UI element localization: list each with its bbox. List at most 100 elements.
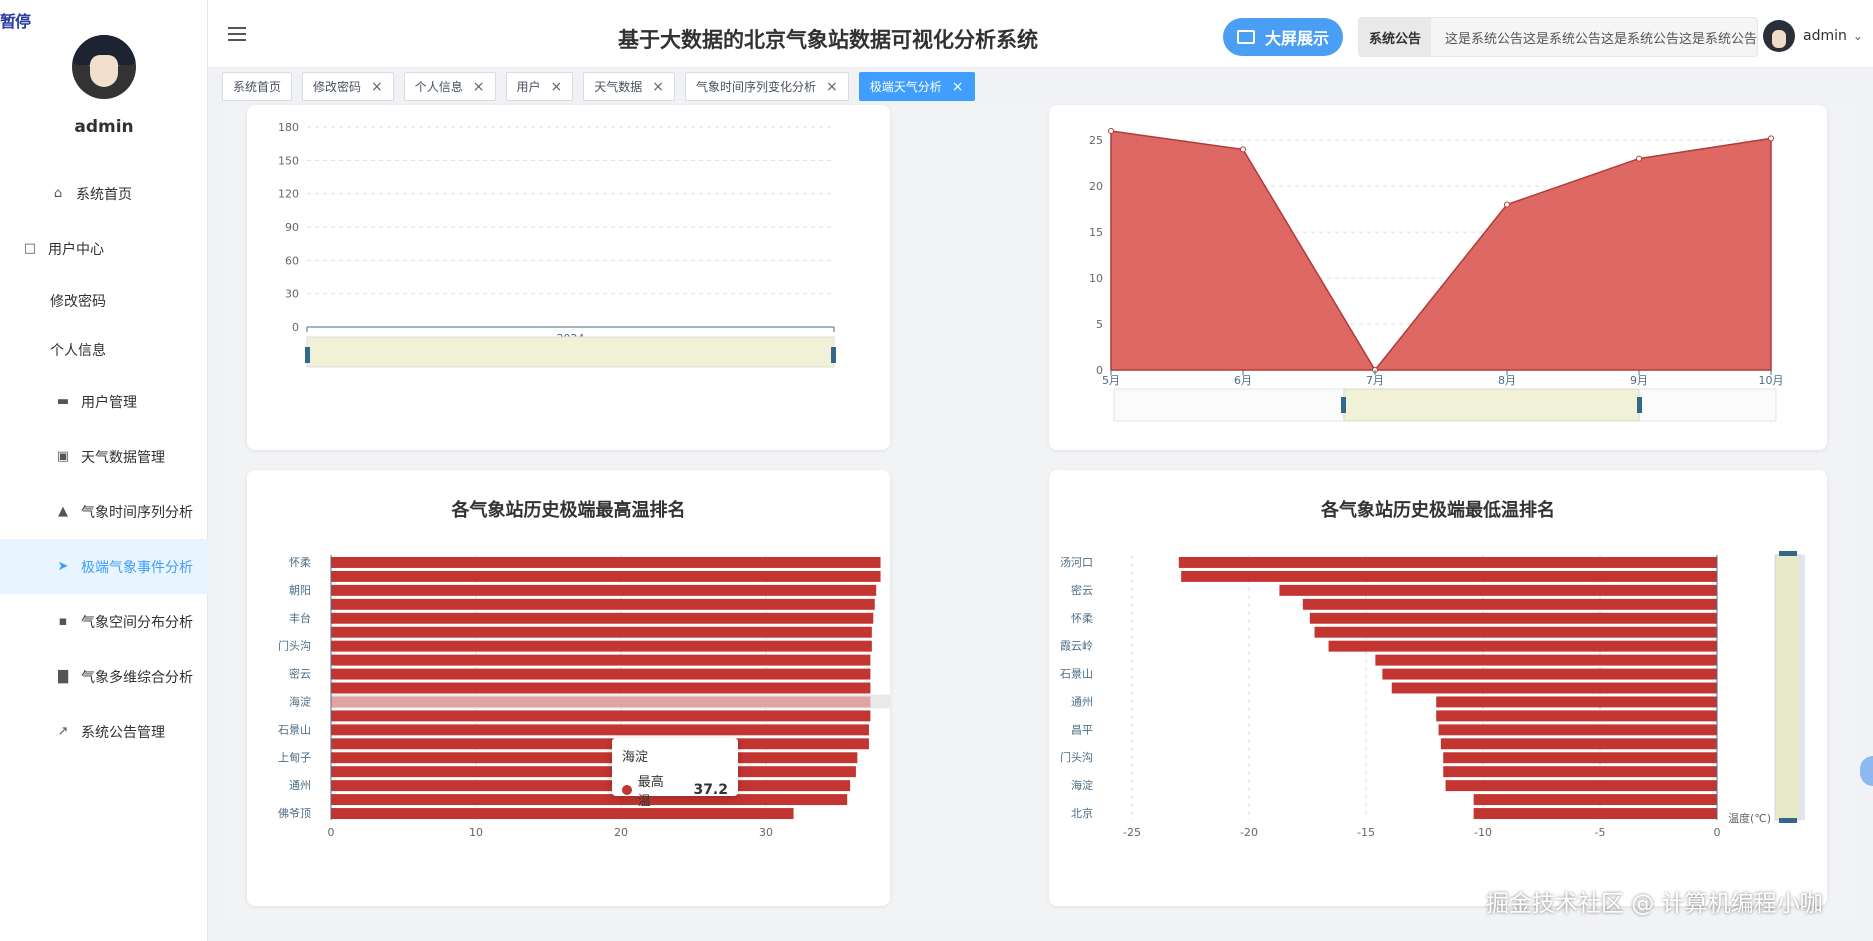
y-tick-label: 怀柔 xyxy=(1071,612,1093,625)
y-tick-label: 北京 xyxy=(1071,806,1093,820)
big-screen-button[interactable]: 大屏展示 xyxy=(1223,18,1343,56)
datazoom-handle xyxy=(831,347,836,363)
y-tick-label: 怀柔 xyxy=(289,556,311,569)
bar xyxy=(1473,808,1717,819)
sidebar: 暂停 admin ⌂ 系统首页 □ 用户中心 修改密码 个人信息 ▬ 用户管理 ▣ 天气数据管理 ▲… xyxy=(0,0,208,941)
header-username: admin xyxy=(1803,28,1847,44)
x-tick-label: 20 xyxy=(614,826,628,839)
hamburger-icon[interactable] xyxy=(228,26,248,42)
tags-view: 系统首页 修改密码 × 个人信息 × 用户 × 天气数据 × 气象时间序列变化分析 × 极端天气分析 × xyxy=(222,72,985,102)
bar xyxy=(1391,682,1717,694)
sidebar-item-8[interactable]: ▪ 气象空间分布分析 xyxy=(0,594,208,649)
y-tick-label: 60 xyxy=(285,254,299,267)
bar xyxy=(331,752,858,764)
bar xyxy=(1473,794,1717,806)
sidebar-item-9[interactable]: ▇ 气象多维综合分析 xyxy=(0,649,208,704)
bar xyxy=(331,710,871,722)
bar xyxy=(331,557,881,568)
y-tick-label: 密云 xyxy=(289,667,311,681)
bar xyxy=(1443,752,1717,764)
data-point xyxy=(1108,128,1114,134)
sidebar-item-0[interactable]: ⌂ 系统首页 xyxy=(0,166,208,221)
sidebar-item-1[interactable]: □ 用户中心 xyxy=(0,221,208,276)
y-tick-label: 海淀 xyxy=(289,694,311,708)
notice-text: 这是系统公告这是系统公告这是系统公告这是系统公告 xyxy=(1444,31,1757,47)
y-tick-label: 通州 xyxy=(1071,695,1093,708)
y-tick-label: 门头沟 xyxy=(1060,750,1093,764)
tab-6[interactable]: 极端天气分析 × xyxy=(858,72,975,101)
datazoom-handle xyxy=(1779,551,1797,556)
bar xyxy=(331,808,794,819)
backtop-handle[interactable] xyxy=(1860,756,1873,786)
y-tick-label: 门头沟 xyxy=(278,639,311,653)
bar xyxy=(1309,612,1717,624)
tab-1[interactable]: 修改密码 × xyxy=(302,72,394,101)
datazoom-handle xyxy=(1779,818,1797,823)
sidebar-menu: ⌂ 系统首页 □ 用户中心 修改密码 个人信息 ▬ 用户管理 ▣ 天气数据管理 ▲ 气象时间序列分析 ➤… xyxy=(0,166,208,759)
close-icon[interactable]: × xyxy=(551,79,563,95)
tab-2[interactable]: 个人信息 × xyxy=(403,72,496,101)
sidebar-item-label: 气象时间序列分析 xyxy=(81,504,193,521)
close-icon[interactable]: × xyxy=(826,79,838,95)
notice-label: 系统公告 xyxy=(1359,18,1431,56)
sidebar-item-5[interactable]: ▣ 天气数据管理 xyxy=(0,429,208,484)
x-tick-label: -15 xyxy=(1357,826,1375,839)
sidebar-item-7[interactable]: ➤ 极端气象事件分析 xyxy=(0,539,208,594)
chart-monthly-area: 05101520255月 6月 7月 8月 9月 10月 xyxy=(1089,128,1784,422)
tab-3[interactable]: 用户 × xyxy=(505,72,574,101)
bar xyxy=(331,696,871,708)
tab-0[interactable]: 系统首页 xyxy=(222,72,293,101)
tab-4[interactable]: 天气数据 × xyxy=(583,72,676,101)
y-tick-label: 90 xyxy=(285,221,299,234)
bar xyxy=(331,612,874,624)
y-tick-label: 20 xyxy=(1089,180,1103,193)
sidebar-item-3[interactable]: 个人信息 xyxy=(0,325,208,374)
bar xyxy=(1178,557,1717,568)
sidebar-item-2[interactable]: 修改密码 xyxy=(0,276,208,325)
datazoom-handle xyxy=(1637,397,1642,413)
bar xyxy=(1440,738,1717,750)
sidebar-item-6[interactable]: ▲ 气象时间序列分析 xyxy=(0,484,208,539)
y-tick-label: 上甸子 xyxy=(278,751,311,764)
bar xyxy=(1438,724,1717,736)
bar xyxy=(1279,584,1717,596)
tab-label: 极端天气分析 xyxy=(869,80,942,94)
y-tick-label: 30 xyxy=(285,288,299,301)
sidebar-item-10[interactable]: ↗ 系统公告管理 xyxy=(0,704,208,759)
sidebar-item-4[interactable]: ▬ 用户管理 xyxy=(0,374,208,429)
bar xyxy=(331,682,871,694)
system-notice[interactable]: 系统公告 这是系统公告这是系统公告这是系统公告这是系统公告 xyxy=(1358,17,1758,57)
close-icon[interactable]: × xyxy=(473,79,485,95)
close-icon[interactable]: × xyxy=(952,79,964,95)
x-tick-label: 6月 xyxy=(1234,374,1252,387)
big-screen-label: 大屏展示 xyxy=(1264,29,1329,48)
x-tick-label: -20 xyxy=(1240,826,1258,839)
avatar[interactable] xyxy=(72,35,136,99)
chevron-down-icon: ⌄ xyxy=(1852,29,1863,43)
chart-card-max-temp: 各气象站历史极端最高温排名 010203040怀柔朝阳丰台门头沟密云海淀石景山上… xyxy=(247,470,1019,906)
axis-unit-label: 温度(℃) xyxy=(1728,811,1771,825)
data-point xyxy=(1636,155,1642,162)
chart-min-temp-ranking: -25 -20 -15 -10 -5 0 汤河口密云怀柔霞云岭石景山通州昌平门头沟海淀北京 温… xyxy=(1060,551,1805,839)
user-dropdown[interactable]: admin ⌄ xyxy=(1763,20,1863,52)
chart-card-monthly: 0 5 10 15 20 25 5月 6月 7月 8月 9月 10月 xyxy=(1049,105,1827,450)
bar-chart-icon: ▇ xyxy=(58,669,68,684)
y-tick-label: 180 xyxy=(278,121,299,134)
comment-icon: ▪ xyxy=(58,614,68,629)
bar xyxy=(1443,766,1717,778)
x-tick-label: 7月 xyxy=(1366,374,1384,387)
y-tick-label: 汤河口 xyxy=(1060,555,1093,569)
tab-label: 气象时间序列变化分析 xyxy=(696,80,817,94)
tab-label: 天气数据 xyxy=(594,80,643,94)
data-point xyxy=(1768,135,1774,142)
close-icon[interactable]: × xyxy=(652,79,664,95)
sidebar-item-label: 系统公告管理 xyxy=(81,724,165,741)
corner-mark: 暂停 xyxy=(0,12,31,31)
sidebar-item-label: 用户管理 xyxy=(81,394,137,411)
y-tick-label: 石景山 xyxy=(278,723,311,736)
sidebar-item-label: 天气数据管理 xyxy=(81,449,165,466)
y-tick-label: 通州 xyxy=(289,779,311,792)
tab-5[interactable]: 气象时间序列变化分析 × xyxy=(685,72,849,101)
y-tick-label: 15 xyxy=(1089,226,1103,239)
close-icon[interactable]: × xyxy=(371,79,383,95)
